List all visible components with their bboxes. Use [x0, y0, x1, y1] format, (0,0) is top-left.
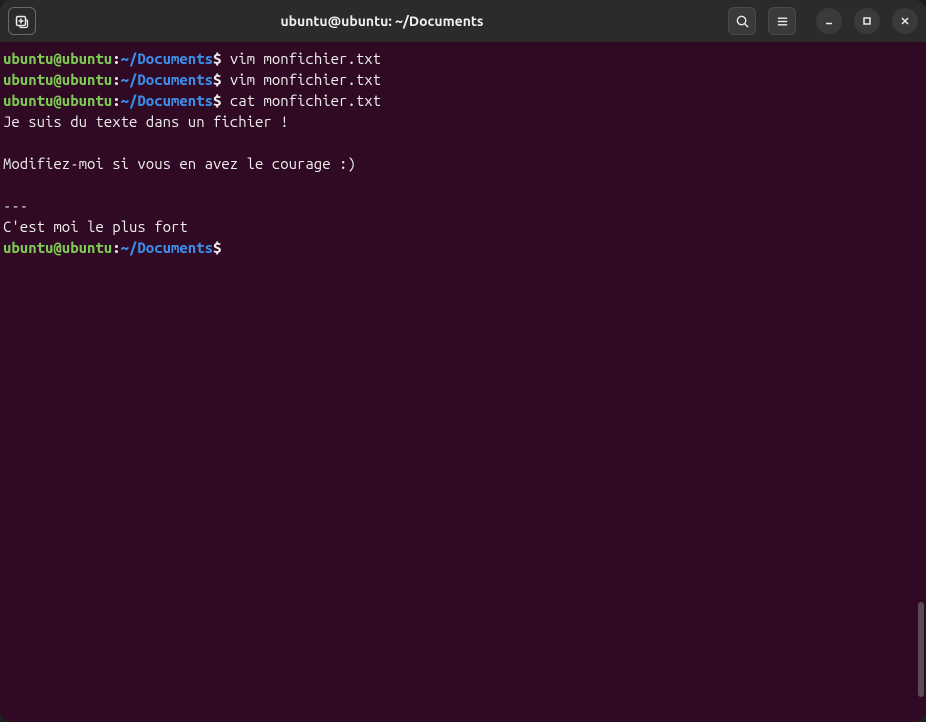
output-line: Je suis du texte dans un fichier !	[3, 111, 923, 132]
titlebar-left	[8, 7, 36, 35]
prompt-colon: :	[112, 71, 120, 88]
prompt-user-host: ubuntu@ubuntu	[3, 92, 112, 109]
prompt-path: ~/Documents	[121, 239, 213, 256]
prompt-path: ~/Documents	[121, 92, 213, 109]
titlebar: ubuntu@ubuntu: ~/Documents	[0, 0, 926, 42]
command-line: ubuntu@ubuntu:~/Documents$ vim monfichie…	[3, 69, 923, 90]
maximize-icon	[861, 15, 873, 27]
command-line: ubuntu@ubuntu:~/Documents$	[3, 237, 923, 258]
new-tab-button[interactable]	[8, 7, 36, 35]
prompt-colon: :	[112, 92, 120, 109]
output-text	[3, 176, 11, 193]
output-line	[3, 174, 923, 195]
output-line	[3, 132, 923, 153]
command-line: ubuntu@ubuntu:~/Documents$ vim monfichie…	[3, 48, 923, 69]
prompt-user-host: ubuntu@ubuntu	[3, 239, 112, 256]
output-line: Modifiez-moi si vous en avez le courage …	[3, 153, 923, 174]
output-text: Je suis du texte dans un fichier !	[3, 113, 289, 130]
window-controls	[816, 8, 918, 34]
search-button[interactable]	[728, 7, 756, 35]
output-line: ---	[3, 195, 923, 216]
output-text: Modifiez-moi si vous en avez le courage …	[3, 155, 356, 172]
search-icon	[735, 14, 750, 29]
output-line: C'est moi le plus fort	[3, 216, 923, 237]
prompt-colon: :	[112, 50, 120, 67]
minimize-icon	[823, 15, 835, 27]
menu-button[interactable]	[768, 7, 796, 35]
command-text: vim monfichier.txt	[221, 50, 381, 67]
hamburger-icon	[775, 14, 790, 29]
command-text: vim monfichier.txt	[221, 71, 381, 88]
prompt-path: ~/Documents	[121, 50, 213, 67]
new-tab-icon	[14, 13, 30, 29]
output-text: ---	[3, 197, 28, 214]
close-button[interactable]	[892, 8, 918, 34]
prompt-user-host: ubuntu@ubuntu	[3, 50, 112, 67]
close-icon	[899, 15, 911, 27]
prompt-path: ~/Documents	[121, 71, 213, 88]
command-line: ubuntu@ubuntu:~/Documents$ cat monfichie…	[3, 90, 923, 111]
output-text	[3, 134, 11, 151]
terminal-window: ubuntu@ubuntu: ~/Documents	[0, 0, 926, 722]
scrollbar-thumb[interactable]	[918, 602, 924, 697]
maximize-button[interactable]	[854, 8, 880, 34]
minimize-button[interactable]	[816, 8, 842, 34]
terminal-viewport[interactable]: ubuntu@ubuntu:~/Documents$ vim monfichie…	[0, 42, 926, 722]
output-text: C'est moi le plus fort	[3, 218, 188, 235]
command-text	[221, 239, 229, 256]
window-title: ubuntu@ubuntu: ~/Documents	[44, 13, 720, 29]
command-text: cat monfichier.txt	[221, 92, 381, 109]
prompt-colon: :	[112, 239, 120, 256]
titlebar-right	[728, 7, 918, 35]
prompt-user-host: ubuntu@ubuntu	[3, 71, 112, 88]
